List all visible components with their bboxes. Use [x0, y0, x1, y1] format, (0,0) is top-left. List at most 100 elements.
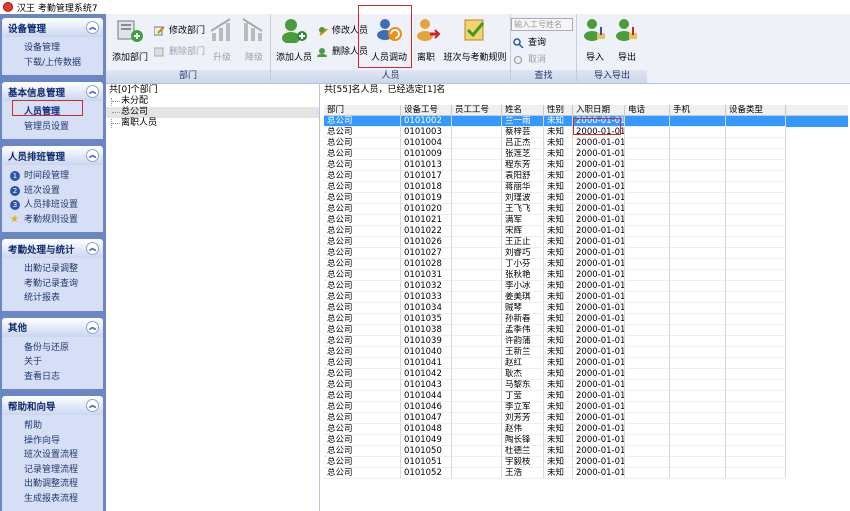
collapse-icon[interactable]: ︽ [86, 320, 99, 334]
sidebar-item-device-management[interactable]: 设备管理 [2, 41, 103, 56]
column-header[interactable]: 电话 [625, 105, 670, 115]
table-row[interactable]: 总公司 0101009 张莲芝 未知 2000-01-01 [324, 149, 848, 160]
column-header[interactable]: 手机 [670, 105, 726, 115]
sidebar-item-backup[interactable]: 备份与还原 [2, 341, 103, 356]
sidebar-item-shift-flow[interactable]: 班次设置流程 [2, 448, 103, 463]
sidebar-item-report-flow[interactable]: 生成报表流程 [2, 492, 103, 507]
table-row[interactable]: 总公司 0101052 王浩 未知 2000-01-01 [324, 468, 848, 479]
table-row[interactable]: 总公司 0101049 陶长锋 未知 2000-01-01 [324, 435, 848, 446]
table-cell: 0101019 [401, 193, 452, 204]
column-header[interactable]: 设备类型 [726, 105, 786, 115]
sidebar-item-help[interactable]: 帮助 [2, 419, 103, 434]
sidebar-item-admin-settings[interactable]: 管理员设置 [2, 120, 103, 135]
table-row[interactable]: 总公司 0101033 姜美琪 未知 2000-01-01 [324, 292, 848, 303]
group-header[interactable]: 人员排班管理 ︽ [2, 146, 103, 165]
column-header[interactable]: 性别 [544, 105, 573, 115]
table-row[interactable]: 总公司 0101004 吕正杰 未知 2000-01-01 [324, 138, 848, 149]
group-header[interactable]: 考勤处理与统计 ︽ [2, 239, 103, 258]
sidebar-item-download-upload[interactable]: 下载/上传数据 [2, 56, 103, 71]
tree-node-unassigned[interactable]: 未分配 [106, 96, 319, 107]
leave-button[interactable]: 离职 [413, 16, 441, 63]
table-row[interactable]: 总公司 0101022 宋辉 未知 2000-01-01 [324, 226, 848, 237]
group-header[interactable]: 帮助和向导 ︽ [2, 396, 103, 415]
table-row[interactable]: 总公司 0101027 刘睿巧 未知 2000-01-01 [324, 248, 848, 259]
table-row[interactable]: 总公司 0101034 贼琴 未知 2000-01-01 [324, 303, 848, 314]
table-row[interactable]: 总公司 0101051 宇毅枝 未知 2000-01-01 [324, 457, 848, 468]
table-row[interactable]: 总公司 0101048 赵伟 未知 2000-01-01 [324, 424, 848, 435]
shift-rule-button[interactable]: 班次与考勤规则 [443, 16, 507, 63]
collapse-icon[interactable]: ︽ [86, 399, 99, 412]
table-row[interactable]: 总公司 0101018 蒋丽华 未知 2000-01-01 [324, 182, 848, 193]
tree-node-head-office[interactable]: 总公司 [106, 107, 319, 118]
table-row[interactable]: 总公司 0101039 许韵蒲 未知 2000-01-01 [324, 336, 848, 347]
table-row[interactable]: 总公司 0101050 杜德兰 未知 2000-01-01 [324, 446, 848, 457]
upgrade-button[interactable]: 升级 [208, 16, 236, 63]
table-row[interactable]: 总公司 0101017 袁阳舒 未知 2000-01-01 [324, 171, 848, 182]
table-row[interactable]: 总公司 0101040 王新兰 未知 2000-01-01 [324, 347, 848, 358]
table-row[interactable]: 总公司 0101031 张秋艳 未知 2000-01-01 [324, 270, 848, 281]
sidebar-item-record-query[interactable]: 考勤记录查询 [2, 277, 103, 292]
collapse-icon[interactable]: ︽ [86, 85, 99, 98]
table-cell: 未知 [544, 413, 573, 424]
column-header[interactable]: 姓名 [502, 105, 544, 115]
table-cell [670, 171, 726, 182]
table-cell [452, 270, 502, 281]
edit-icon [154, 26, 165, 36]
table-row[interactable]: 总公司 0101013 程东芳 未知 2000-01-01 [324, 160, 848, 171]
table-row[interactable]: 总公司 0101028 丁小芬 未知 2000-01-01 [324, 259, 848, 270]
table-cell [670, 149, 726, 160]
sidebar-item-view-log[interactable]: 查看日志 [2, 370, 103, 385]
delete-dept-button[interactable]: 删除部门 [153, 45, 205, 59]
table-row[interactable]: 总公司 0101035 孙新春 未知 2000-01-01 [324, 314, 848, 325]
table-row[interactable]: 总公司 0101038 孟季伟 未知 2000-01-01 [324, 325, 848, 336]
group-header[interactable]: 基本信息管理 ︽ [2, 82, 103, 101]
downgrade-button[interactable]: 降级 [240, 16, 268, 63]
table-row[interactable]: 总公司 0101043 马黎东 未知 2000-01-01 [324, 380, 848, 391]
column-header[interactable]: 设备工号 [401, 105, 452, 115]
group-header[interactable]: 其他 ︽ [2, 317, 103, 337]
sidebar-item-reports[interactable]: 统计报表 [2, 291, 103, 306]
column-header[interactable]: 入职日期 [573, 105, 625, 115]
sidebar-item-time-period[interactable]: 1 时间段管理 [2, 169, 103, 184]
sidebar-item-person-shift[interactable]: 3 人员排班设置 [2, 198, 103, 213]
table-cell [625, 303, 670, 314]
add-person-button[interactable]: 添加人员 [274, 16, 314, 63]
cancel-search-button[interactable]: 取消 [512, 53, 546, 67]
import-button[interactable]: 导入 [581, 16, 609, 63]
table-cell: 0101020 [401, 204, 452, 215]
sidebar-item-adjust-flow[interactable]: 出勤调整流程 [2, 477, 103, 492]
table-row[interactable]: 总公司 0101021 满军 未知 2000-01-01 [324, 215, 848, 226]
collapse-icon[interactable]: ︽ [86, 149, 99, 162]
column-header[interactable]: 员工工号 [452, 105, 502, 115]
table-row[interactable]: 总公司 0101032 李小冰 未知 2000-01-01 [324, 281, 848, 292]
tree-node-departed[interactable]: 离职人员 [106, 118, 319, 129]
table-cell [625, 248, 670, 259]
query-button[interactable]: 查询 [512, 36, 546, 50]
table-cell [452, 369, 502, 380]
table-cell: 2000-01-01 [573, 358, 625, 369]
table-row[interactable]: 总公司 0101019 刘瑾波 未知 2000-01-01 [324, 193, 848, 204]
search-input[interactable]: 输入工号姓名 [511, 18, 573, 31]
collapse-icon[interactable]: ︽ [86, 242, 99, 255]
table-row[interactable]: 总公司 0101026 王正止 未知 2000-01-01 [324, 237, 848, 248]
sidebar-item-about[interactable]: 关于 [2, 355, 103, 370]
group-header[interactable]: 设备管理 ︽ [2, 18, 103, 37]
table-row[interactable]: 总公司 0101041 赵红 未知 2000-01-01 [324, 358, 848, 369]
table-row[interactable]: 总公司 0101047 刘芳芳 未知 2000-01-01 [324, 413, 848, 424]
table-cell [625, 325, 670, 336]
table-row[interactable]: 总公司 0101044 丁莹 未知 2000-01-01 [324, 391, 848, 402]
column-header[interactable]: 部门 [324, 105, 401, 115]
export-button[interactable]: 导出 [613, 16, 641, 63]
sidebar-item-shift-settings[interactable]: 2 班次设置 [2, 184, 103, 199]
table-row[interactable]: 总公司 0101020 王飞飞 未知 2000-01-01 [324, 204, 848, 215]
sidebar-item-record-flow[interactable]: 记录管理流程 [2, 463, 103, 478]
sidebar-item-record-adjust[interactable]: 出勤记录调整 [2, 262, 103, 277]
collapse-icon[interactable]: ︽ [86, 21, 99, 34]
sidebar-item-attendance-rules[interactable]: ★ 考勤规则设置 [2, 213, 103, 228]
edit-dept-button[interactable]: 修改部门 [153, 24, 205, 38]
section-label-search: 查找 [511, 70, 576, 83]
add-dept-button[interactable]: 添加部门 [110, 16, 150, 63]
table-row[interactable]: 总公司 0101046 李立军 未知 2000-01-01 [324, 402, 848, 413]
table-row[interactable]: 总公司 0101042 耿杰 未知 2000-01-01 [324, 369, 848, 380]
sidebar-item-wizard[interactable]: 操作向导 [2, 434, 103, 449]
